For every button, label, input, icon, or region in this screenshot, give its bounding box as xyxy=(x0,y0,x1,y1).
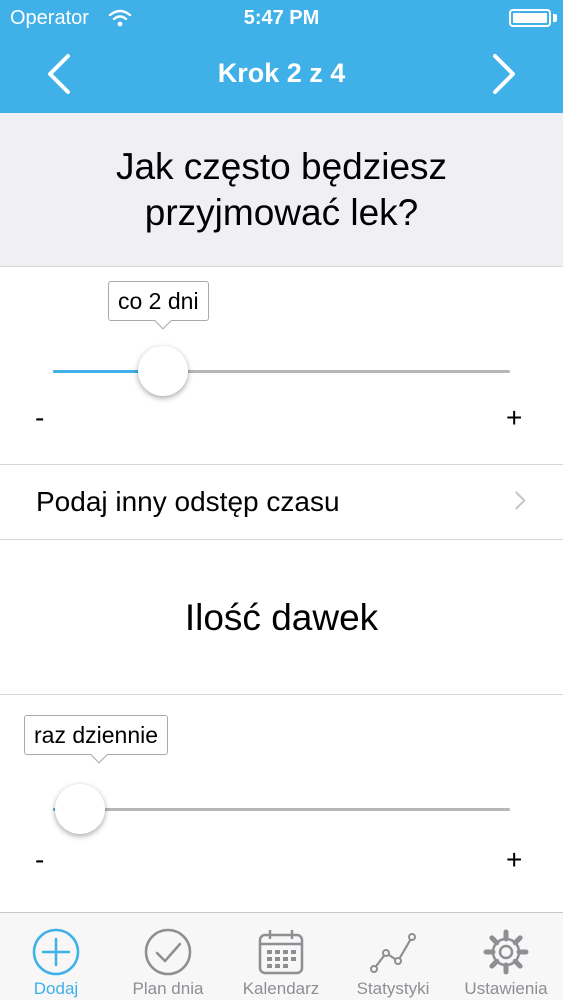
tab-label: Plan dnia xyxy=(132,979,204,998)
doses-increase-button[interactable]: + xyxy=(506,844,522,876)
doses-slider-thumb[interactable] xyxy=(55,784,105,834)
gear-icon xyxy=(483,929,529,975)
tab-label: Dodaj xyxy=(33,979,79,998)
frequency-value-bubble: co 2 dni xyxy=(108,281,209,330)
forward-button[interactable] xyxy=(483,52,523,96)
calendar-icon xyxy=(258,930,304,975)
chevron-right-icon xyxy=(507,491,526,510)
question-text: Jak często będziesz przyjmować lek? xyxy=(115,145,448,233)
chevron-right-icon xyxy=(493,54,515,94)
doses-slider-track[interactable] xyxy=(53,784,510,834)
plus-circle-icon xyxy=(32,928,80,976)
frequency-slider-section: co 2 dni - + xyxy=(0,268,563,464)
battery-tip xyxy=(553,14,557,22)
frequency-slider-track[interactable] xyxy=(53,346,510,396)
frequency-increase-button[interactable]: + xyxy=(506,402,522,434)
doses-value-label: raz dziennie xyxy=(34,722,159,748)
custom-interval-label: Podaj inny odstęp czasu xyxy=(36,486,340,517)
bubble-pointer xyxy=(90,746,108,764)
tab-bar: Dodaj Plan dnia Kalendarz Statystyki Ust… xyxy=(0,912,563,1000)
tab-statistics[interactable]: Statystyki xyxy=(337,913,449,1000)
top-bar: Operator 5:47 PM Krok 2 z 4 xyxy=(0,0,563,113)
status-bar: Operator 5:47 PM xyxy=(0,0,563,36)
bubble-pointer xyxy=(154,312,172,330)
frequency-slider-thumb[interactable] xyxy=(138,346,188,396)
tab-add[interactable]: Dodaj xyxy=(0,913,112,1000)
doses-decrease-button[interactable]: - xyxy=(35,844,44,876)
tab-label: Kalendarz xyxy=(242,979,320,998)
clock-time: 5:47 PM xyxy=(243,7,320,29)
nav-title: Krok 2 z 4 xyxy=(217,58,346,88)
tab-daily-plan[interactable]: Plan dnia xyxy=(112,913,224,1000)
checkmark-circle-icon xyxy=(144,928,192,976)
doses-slider-section: raz dziennie - + xyxy=(0,695,563,911)
question-header: Jak często będziesz przyjmować lek? xyxy=(0,113,563,267)
tab-label: Statystyki xyxy=(356,979,430,998)
battery-icon xyxy=(509,9,551,27)
frequency-decrease-button[interactable]: - xyxy=(35,402,44,434)
tab-settings[interactable]: Ustawienia xyxy=(450,913,562,1000)
frequency-value-label: co 2 dni xyxy=(118,288,199,314)
custom-interval-row[interactable]: Podaj inny odstęp czasu xyxy=(0,465,563,539)
line-chart-icon xyxy=(370,933,416,973)
doses-value-bubble: raz dziennie xyxy=(24,715,169,764)
tab-label: Ustawienia xyxy=(464,979,548,998)
tab-calendar[interactable]: Kalendarz xyxy=(225,913,337,1000)
doses-section-title: Ilość dawek xyxy=(184,596,379,638)
